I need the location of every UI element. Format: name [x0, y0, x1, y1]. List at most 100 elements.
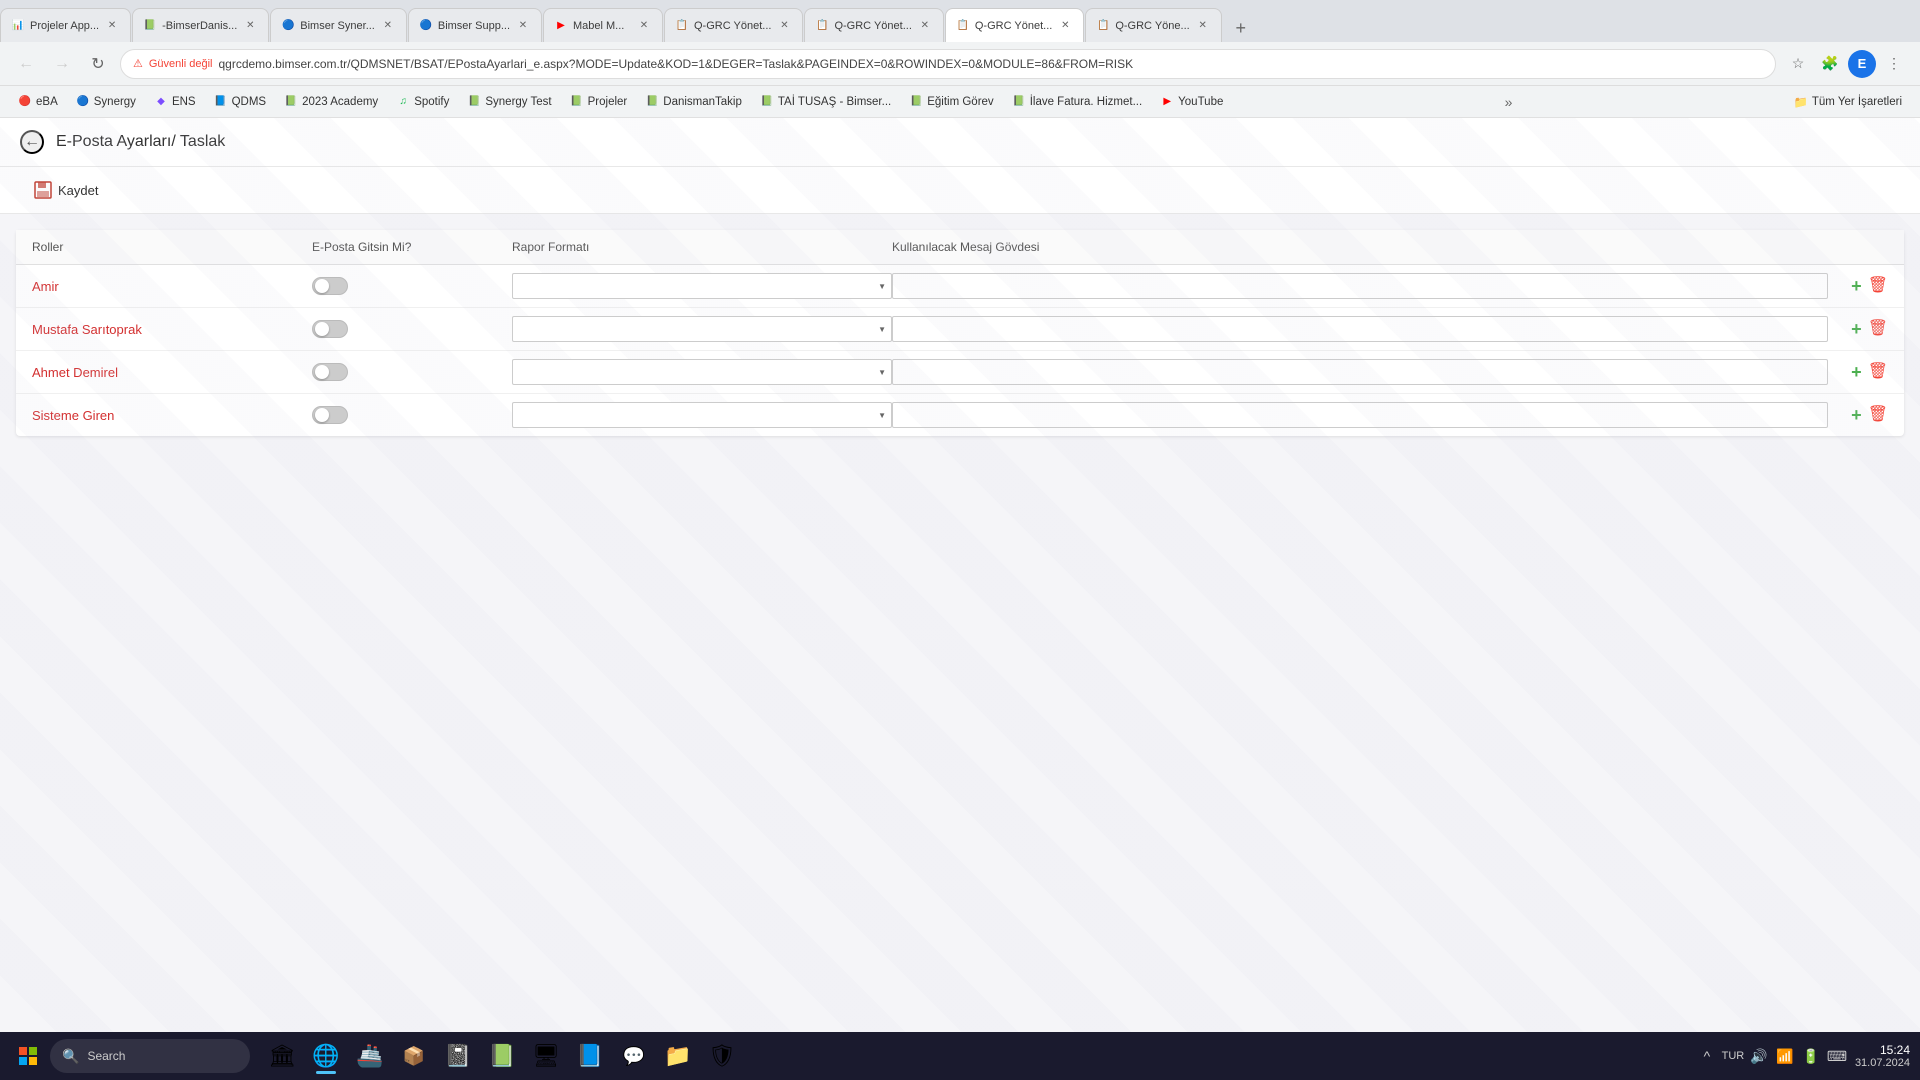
bookmark-star-button[interactable]: ☆ [1784, 50, 1812, 78]
rapor-dropdown-sisteme[interactable] [512, 402, 892, 428]
bookmark-synergy[interactable]: 🔵 Synergy [68, 92, 144, 112]
taskbar-app-chrome[interactable]: 🌐 [306, 1036, 346, 1076]
tab-close-qgrc4[interactable]: ✕ [1195, 18, 1211, 34]
mesaj-input-mustafa[interactable] [892, 316, 1828, 342]
toggle-switch-sisteme[interactable] [312, 406, 348, 424]
tray-sound-icon[interactable]: 🔊 [1749, 1046, 1769, 1066]
taskbar-app-terminal[interactable]: 🖥 [526, 1036, 566, 1076]
add-button-ahmet[interactable]: + [1851, 363, 1862, 381]
save-button[interactable]: Kaydet [20, 175, 112, 205]
rapor-dropdown-mustafa[interactable] [512, 316, 892, 342]
new-tab-button[interactable]: + [1227, 14, 1255, 42]
bookmark-favicon-synergy: 🔵 [76, 95, 90, 109]
toggle-switch-amir[interactable] [312, 277, 348, 295]
menu-button[interactable]: ⋮ [1880, 50, 1908, 78]
rapor-select-sisteme[interactable] [512, 402, 892, 428]
tab-qgrc2[interactable]: 📋 Q-GRC Yönet... ✕ [804, 8, 943, 42]
role-name-ahmet[interactable]: Ahmet Demirel [32, 365, 312, 380]
tab-synergy[interactable]: 🔵 Bimser Syner... ✕ [270, 8, 407, 42]
tab-qgrc1[interactable]: 📋 Q-GRC Yönet... ✕ [664, 8, 803, 42]
bookmark-spotify[interactable]: ♫ Spotify [388, 92, 457, 112]
delete-button-mustafa[interactable]: 🗑 [1868, 321, 1888, 337]
tab-bimsersupp[interactable]: 🔵 Bimser Supp... ✕ [408, 8, 542, 42]
forward-button[interactable]: → [48, 50, 76, 78]
tab-qgrc4[interactable]: 📋 Q-GRC Yöne... ✕ [1085, 8, 1221, 42]
tab-close-qgrc2[interactable]: ✕ [917, 18, 933, 34]
taskbar-search[interactable]: 🔍 Search [50, 1039, 250, 1073]
bookmark-favicon-eba: 🔴 [18, 95, 32, 109]
account-button[interactable]: E [1848, 50, 1876, 78]
role-name-mustafa[interactable]: Mustafa Sarıtoprak [32, 322, 312, 337]
rapor-select-amir[interactable] [512, 273, 892, 299]
bookmark-projeler[interactable]: 📗 Projeler [562, 92, 636, 112]
taskbar-app-word[interactable]: 📘 [570, 1036, 610, 1076]
bookmark-ens[interactable]: ◆ ENS [146, 92, 204, 112]
tray-language[interactable]: TUR [1723, 1046, 1743, 1066]
tab-close-synergy[interactable]: ✕ [380, 18, 396, 34]
tab-close-bimsersupp[interactable]: ✕ [515, 18, 531, 34]
bookmark-youtube[interactable]: ▶ YouTube [1152, 92, 1231, 112]
bookmark-eba[interactable]: 🔴 eBA [10, 92, 66, 112]
bookmark-egitim[interactable]: 📗 Eğitim Görev [901, 92, 1001, 112]
tray-network-icon[interactable]: 📶 [1775, 1046, 1795, 1066]
add-button-mustafa[interactable]: + [1851, 320, 1862, 338]
bookmarks-more-button[interactable]: » [1499, 91, 1519, 113]
toggle-ahmet[interactable] [312, 363, 512, 381]
tab-bimserda[interactable]: 📗 -BimserDanis... ✕ [132, 8, 269, 42]
reload-button[interactable]: ↻ [84, 50, 112, 78]
bookmark-danismantakip[interactable]: 📗 DanismanTakip [637, 92, 750, 112]
bookmark-ilave[interactable]: 📗 İlave Fatura. Hizmet... [1004, 92, 1150, 112]
bookmark-2023[interactable]: 📗 2023 Academy [276, 92, 386, 112]
toggle-amir[interactable] [312, 277, 512, 295]
taskbar-app-excel[interactable]: 📗 [482, 1036, 522, 1076]
address-input[interactable]: ⚠ Güvenli değil qgrcdemo.bimser.com.tr/Q… [120, 49, 1776, 79]
delete-button-sisteme[interactable]: 🗑 [1868, 407, 1888, 423]
role-name-amir[interactable]: Amir [32, 279, 312, 294]
taskbar-app-teams[interactable]: 💬 [614, 1036, 654, 1076]
start-button[interactable] [10, 1038, 46, 1074]
back-button[interactable]: ← [12, 50, 40, 78]
toggle-mustafa[interactable] [312, 320, 512, 338]
toggle-switch-ahmet[interactable] [312, 363, 348, 381]
tab-close-qgrc1[interactable]: ✕ [776, 18, 792, 34]
taskbar-app-teams-icon[interactable]: 📦 [394, 1036, 434, 1076]
bookmarks-folder[interactable]: 📁 Tüm Yer İşaretleri [1786, 92, 1910, 112]
delete-button-amir[interactable]: 🗑 [1868, 278, 1888, 294]
tab-projeler[interactable]: 📊 Projeler App... ✕ [0, 8, 131, 42]
tab-close-projeler[interactable]: ✕ [104, 18, 120, 34]
add-button-sisteme[interactable]: + [1851, 406, 1862, 424]
rapor-dropdown-amir[interactable] [512, 273, 892, 299]
taskbar-app-fileexplorer[interactable]: 🏛 [262, 1036, 302, 1076]
bookmark-synergytest[interactable]: 📗 Synergy Test [459, 92, 559, 112]
tab-qgrc3-active[interactable]: 📋 Q-GRC Yönet... ✕ [945, 8, 1084, 42]
taskbar-clock[interactable]: 15:24 31.07.2024 [1855, 1043, 1910, 1069]
bookmark-tai[interactable]: 📗 TAİ TUSAŞ - Bimser... [752, 92, 899, 112]
tab-favicon-mabel: ▶ [554, 19, 568, 33]
bookmark-qdms[interactable]: 📘 QDMS [206, 92, 275, 112]
taskbar-app-files[interactable]: 📁 [658, 1036, 698, 1076]
mesaj-input-amir[interactable] [892, 273, 1828, 299]
taskbar-app-shipapp[interactable]: 🚢 [350, 1036, 390, 1076]
page-back-button[interactable]: ← [20, 130, 44, 154]
extension-button[interactable]: 🧩 [1816, 50, 1844, 78]
rapor-select-ahmet[interactable] [512, 359, 892, 385]
tab-mabel[interactable]: ▶ Mabel M... ✕ [543, 8, 663, 42]
tab-close-qgrc3[interactable]: ✕ [1057, 18, 1073, 34]
add-button-amir[interactable]: + [1851, 277, 1862, 295]
mesaj-input-sisteme[interactable] [892, 402, 1828, 428]
delete-button-ahmet[interactable]: 🗑 [1868, 364, 1888, 380]
rapor-dropdown-ahmet[interactable] [512, 359, 892, 385]
tray-keyboard-icon[interactable]: ⌨ [1827, 1046, 1847, 1066]
tray-battery-icon[interactable]: 🔋 [1801, 1046, 1821, 1066]
tab-close-bimserda[interactable]: ✕ [242, 18, 258, 34]
mesaj-input-ahmet[interactable] [892, 359, 1828, 385]
tray-chevron-icon[interactable]: ^ [1697, 1046, 1717, 1066]
taskbar-app-security[interactable]: 🛡 [702, 1036, 742, 1076]
toggle-sisteme[interactable] [312, 406, 512, 424]
rapor-select-mustafa[interactable] [512, 316, 892, 342]
taskbar-app-onenote[interactable]: 📓 [438, 1036, 478, 1076]
toggle-switch-mustafa[interactable] [312, 320, 348, 338]
tab-close-mabel[interactable]: ✕ [636, 18, 652, 34]
toggle-knob-amir [315, 279, 329, 293]
role-name-sisteme[interactable]: Sisteme Giren [32, 408, 312, 423]
